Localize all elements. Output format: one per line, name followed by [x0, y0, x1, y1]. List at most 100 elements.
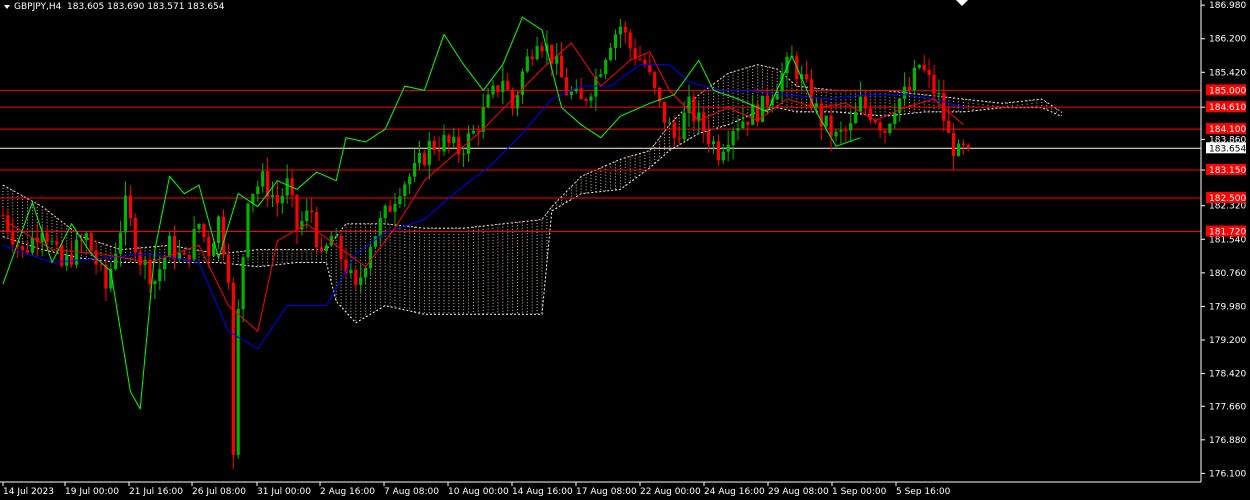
candle-body	[256, 186, 260, 194]
candle-body	[961, 143, 965, 145]
candle-body	[667, 122, 671, 124]
candle-body	[917, 64, 921, 68]
candle-body	[393, 203, 397, 212]
candle-body	[726, 145, 730, 152]
candle-body	[447, 135, 451, 143]
candle-body	[579, 88, 583, 99]
candle-body	[677, 137, 681, 140]
candle-body	[731, 130, 735, 146]
x-tick-label: 31 Jul 00:00	[257, 487, 311, 497]
x-tick-label: 14 Jul 2023	[3, 487, 54, 497]
candle-body	[525, 56, 529, 72]
y-tick-label: 179.980	[1209, 302, 1246, 312]
candle-body	[334, 235, 338, 237]
candle-body	[123, 195, 128, 233]
candle-body	[462, 153, 466, 155]
candle-body	[609, 47, 613, 61]
candle-body	[275, 195, 279, 204]
candle-body	[535, 46, 539, 60]
candle-body	[878, 122, 882, 131]
candle-body	[437, 150, 441, 152]
candle-body	[236, 309, 240, 455]
candle-body	[702, 112, 706, 132]
candle-body	[70, 254, 74, 265]
y-tick-label: 176.100	[1209, 469, 1246, 479]
x-axis: 14 Jul 2023 19 Jul 00:00 21 Jul 16:00 26 Ju…	[2, 482, 951, 497]
candle-body	[903, 86, 907, 99]
cloud-span-a	[2, 64, 1062, 255]
candle-body	[246, 203, 250, 258]
candle-body	[153, 281, 157, 285]
candle-body	[888, 123, 892, 133]
candle-body	[471, 130, 475, 134]
candle-body	[672, 122, 676, 138]
x-tick-label: 24 Aug 16:00	[704, 487, 765, 497]
shift-marker-icon[interactable]	[956, 0, 968, 6]
candle-body	[966, 144, 970, 149]
candle-body	[716, 141, 720, 161]
candle-body	[310, 210, 314, 213]
candle-body	[613, 34, 618, 48]
y-tick-label: 179.200	[1209, 336, 1246, 346]
candle-body	[324, 245, 328, 251]
x-tick-label: 1 Sep 00:00	[832, 487, 887, 497]
candle-body	[319, 247, 324, 251]
candle-body	[589, 96, 593, 101]
candle-body	[711, 141, 716, 145]
candle-body	[241, 257, 245, 310]
chart-header: GBPJPY,H4 183.605 183.690 183.571 183.65…	[4, 2, 225, 12]
candle-body	[452, 136, 456, 143]
candle-body	[285, 178, 289, 196]
candle-body	[368, 246, 373, 269]
candle-body	[858, 96, 863, 112]
y-tick-label: 178.420	[1209, 370, 1246, 380]
candle-body	[707, 131, 711, 145]
candle-body	[648, 64, 652, 73]
candle-body	[207, 236, 211, 256]
candle-body	[584, 98, 588, 101]
candle-body	[937, 93, 941, 95]
candle-body	[261, 171, 265, 187]
x-tick-label: 5 Sep 16:00	[896, 487, 951, 497]
candle-body	[927, 69, 931, 75]
candle-body	[653, 72, 657, 88]
candle-body	[221, 216, 226, 255]
collapse-arrow-icon[interactable]	[4, 4, 10, 9]
candle-body	[520, 71, 524, 95]
level-label: 184.610	[1209, 103, 1246, 113]
candle-body	[398, 196, 402, 204]
candle-body	[540, 46, 544, 52]
level-label: 183.150	[1209, 166, 1246, 176]
candle-body	[226, 254, 230, 283]
candle-body	[829, 115, 833, 137]
candle-body	[501, 81, 505, 93]
candle-body	[863, 96, 867, 109]
candle-body	[922, 64, 926, 70]
candle-body	[172, 235, 177, 260]
candle-body	[623, 26, 627, 33]
candle-body	[618, 26, 622, 35]
candle-body	[912, 67, 916, 91]
price-chart[interactable]: 186.980186.200185.420184.610183.860183.1…	[0, 0, 1250, 500]
candle-body	[751, 104, 755, 125]
candle-body	[844, 130, 848, 132]
candle-body	[280, 195, 284, 204]
candle-body	[143, 259, 147, 265]
candle-body	[932, 74, 936, 94]
plot-area	[0, 16, 1201, 469]
level-label: 184.100	[1209, 125, 1246, 135]
candle-body	[883, 130, 887, 133]
candle-body	[65, 254, 69, 266]
candle-body	[60, 244, 64, 266]
x-tick-label: 17 Aug 08:00	[576, 487, 637, 497]
candle-body	[422, 152, 426, 165]
x-tick-label: 22 Aug 00:00	[640, 487, 701, 497]
x-tick-label: 21 Jul 16:00	[129, 487, 183, 497]
candle-body	[907, 86, 912, 91]
candle-body	[177, 252, 181, 260]
candle-body	[305, 210, 309, 222]
candle-body	[55, 241, 59, 245]
y-axis: 186.980186.200185.420184.610183.860183.1…	[1201, 1, 1246, 479]
candle-body	[163, 257, 167, 270]
candle-body	[217, 216, 221, 244]
